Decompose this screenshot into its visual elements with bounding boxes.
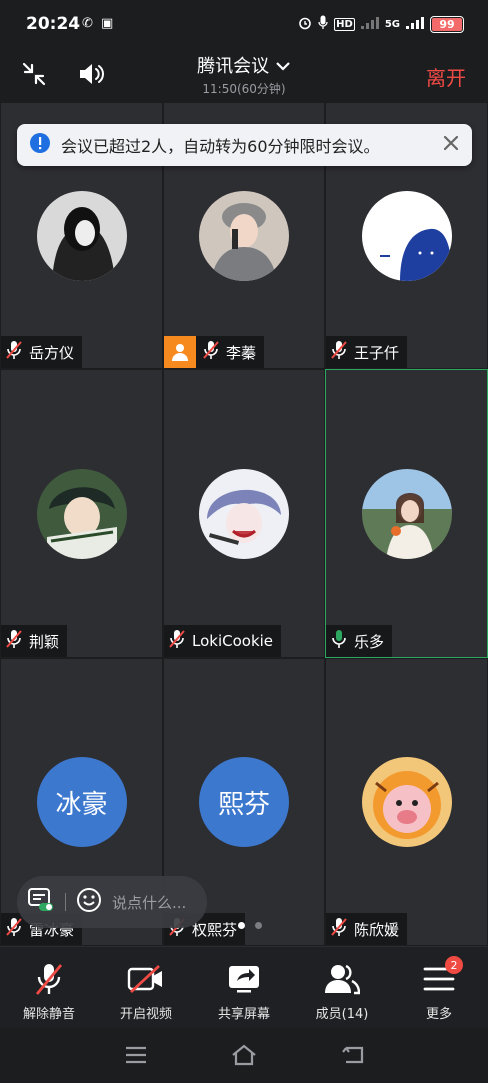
mic-status-icon bbox=[318, 15, 328, 33]
meeting-title-area[interactable]: 腾讯会议 11:50(60分钟) bbox=[0, 52, 488, 97]
participant-name: 荆颖 bbox=[29, 632, 60, 651]
avatar bbox=[361, 468, 452, 559]
participant-name: 乐多 bbox=[354, 632, 385, 651]
mic-muted-icon bbox=[5, 340, 23, 364]
menu-icon: 2 bbox=[423, 956, 463, 997]
mic-muted-icon bbox=[5, 917, 23, 941]
back-icon[interactable] bbox=[338, 1042, 368, 1068]
more-label: 更多 bbox=[425, 1007, 452, 1022]
video-label: 开启视频 bbox=[119, 1007, 172, 1022]
chat-placeholder[interactable]: 说点什么... bbox=[112, 892, 186, 913]
participant-tile[interactable]: 陈欣媛 bbox=[325, 658, 488, 946]
time-limit-toast: 会议已超过2人，自动转为60分钟限时会议。 bbox=[17, 124, 472, 166]
participant-tile[interactable]: LokiCookie bbox=[163, 369, 325, 658]
alarm-icon bbox=[298, 16, 312, 33]
status-time: 20:24 bbox=[26, 14, 81, 34]
name-tag: 乐多 bbox=[326, 625, 393, 657]
avatar bbox=[199, 190, 289, 281]
meeting-toolbar: 解除静音 开启视频 共享屏幕 成员(14) 2 更多 bbox=[0, 946, 488, 1028]
status-bar: 20:24 ✆ ▣ HD 5G 99 bbox=[0, 0, 488, 50]
close-icon[interactable] bbox=[442, 134, 460, 156]
participant-tile-speaking[interactable]: 乐多 bbox=[325, 369, 488, 658]
participant-grid: 岳方仪 李蓁 王子仟 荆颖 LokiCookie 乐多 冰豪 雷冰豪 熙芬 权熙… bbox=[0, 102, 488, 946]
participant-name: 李蓁 bbox=[226, 343, 257, 362]
mic-muted-icon bbox=[202, 340, 220, 364]
participant-name: 王子仟 bbox=[354, 343, 400, 362]
start-video-button[interactable]: 开启视频 bbox=[98, 961, 194, 1022]
leave-button[interactable]: 离开 bbox=[426, 62, 466, 91]
share-screen-button[interactable]: 共享屏幕 bbox=[196, 961, 292, 1022]
avatar: 冰豪 bbox=[36, 757, 127, 847]
recent-apps-icon[interactable] bbox=[121, 1042, 151, 1068]
name-tag: 荆颖 bbox=[1, 625, 68, 657]
members-label: 成员(14) bbox=[315, 1007, 369, 1022]
share-screen-icon bbox=[227, 961, 261, 997]
avatar: 熙芬 bbox=[199, 757, 289, 847]
share-label: 共享屏幕 bbox=[217, 1007, 270, 1022]
name-tag: 岳方仪 bbox=[1, 336, 83, 368]
signal-weak-icon bbox=[360, 16, 379, 32]
participant-name: 岳方仪 bbox=[29, 343, 75, 362]
network-type: 5G bbox=[384, 18, 400, 30]
battery-icon: 99 bbox=[430, 15, 464, 33]
hd-icon: HD bbox=[334, 17, 355, 31]
participant-name: LokiCookie bbox=[192, 632, 274, 650]
divider bbox=[65, 893, 66, 911]
toast-message: 会议已超过2人，自动转为60分钟限时会议。 bbox=[61, 137, 380, 156]
info-icon bbox=[29, 132, 51, 158]
page-dot[interactable] bbox=[255, 922, 262, 929]
meeting-header: 腾讯会议 11:50(60分钟) 离开 bbox=[0, 50, 488, 102]
home-icon[interactable] bbox=[229, 1042, 259, 1068]
avatar bbox=[36, 190, 127, 281]
more-button[interactable]: 2 更多 bbox=[391, 956, 487, 1022]
unmute-label: 解除静音 bbox=[22, 1007, 75, 1022]
mic-muted-icon bbox=[330, 917, 348, 941]
video-off-icon bbox=[127, 961, 165, 997]
mic-muted-icon bbox=[168, 629, 186, 653]
unmute-button[interactable]: 解除静音 bbox=[1, 961, 97, 1022]
members-button[interactable]: 成员(14) bbox=[294, 961, 390, 1022]
mic-muted-icon bbox=[330, 340, 348, 364]
avatar bbox=[361, 190, 452, 281]
avatar bbox=[199, 468, 289, 559]
chat-input-bar[interactable]: 说点什么... bbox=[17, 876, 207, 928]
avatar bbox=[36, 468, 127, 559]
name-tag: 陈欣媛 bbox=[326, 913, 408, 945]
participant-name: 权熙芬 bbox=[192, 920, 238, 939]
battery-level: 99 bbox=[439, 17, 455, 31]
more-badge: 2 bbox=[445, 956, 463, 974]
mic-muted-icon bbox=[34, 961, 64, 997]
meeting-duration: 11:50(60分钟) bbox=[202, 82, 286, 96]
name-tag: 李蓁 bbox=[164, 336, 265, 368]
name-tag: LokiCookie bbox=[164, 625, 282, 657]
emoji-icon[interactable] bbox=[76, 887, 102, 917]
page-indicator bbox=[238, 922, 262, 929]
danmaku-toggle-icon[interactable] bbox=[27, 887, 55, 917]
participant-name: 陈欣媛 bbox=[354, 920, 400, 939]
signal-icon bbox=[406, 16, 424, 32]
page-dot-active[interactable] bbox=[238, 922, 245, 929]
chevron-down-icon[interactable] bbox=[275, 56, 291, 77]
mic-muted-icon bbox=[5, 629, 23, 653]
members-icon bbox=[324, 961, 360, 997]
avatar bbox=[361, 757, 452, 847]
notification-icons: ✆ ▣ bbox=[82, 16, 116, 31]
participant-tile[interactable]: 荆颖 bbox=[0, 369, 163, 658]
status-indicators: HD 5G 99 bbox=[298, 15, 464, 33]
host-icon bbox=[164, 336, 196, 368]
mic-on-icon bbox=[330, 629, 348, 653]
name-tag: 王子仟 bbox=[326, 336, 408, 368]
system-nav-bar bbox=[0, 1028, 488, 1083]
meeting-title[interactable]: 腾讯会议 bbox=[197, 56, 269, 77]
